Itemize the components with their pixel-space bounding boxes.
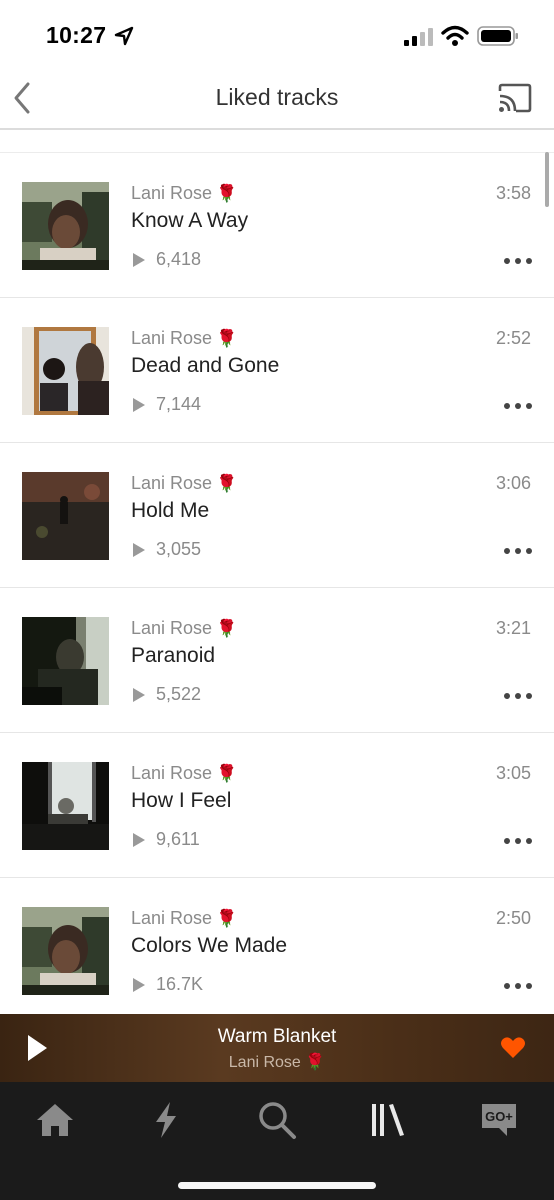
rose-icon: 🌹 <box>216 909 238 928</box>
play-count-icon <box>133 252 145 267</box>
more-options-icon[interactable] <box>504 691 532 701</box>
tab-library[interactable] <box>366 1098 410 1142</box>
play-count: 7,144 <box>131 394 201 415</box>
more-options-icon[interactable] <box>504 546 532 556</box>
cast-icon[interactable] <box>498 83 532 113</box>
track-row[interactable]: Lani Rose 🌹 How I Feel 9,611 3:05 <box>0 733 554 878</box>
now-playing-artist[interactable]: Lani Rose 🌹 <box>0 1052 554 1072</box>
more-options-icon[interactable] <box>504 256 532 266</box>
track-artwork <box>22 762 109 850</box>
play-count-icon <box>133 687 145 702</box>
track-title[interactable]: How I Feel <box>131 789 231 813</box>
track-row[interactable]: Lani Rose 🌹 Colors We Made 16.7K 2:50 <box>0 878 554 1014</box>
track-artist[interactable]: Lani Rose 🌹 <box>131 473 237 494</box>
go-plus-label: GO+ <box>485 1109 513 1124</box>
tab-bar: GO+ <box>0 1082 554 1200</box>
rose-icon: 🌹 <box>216 474 238 493</box>
track-row[interactable]: Lani Rose 🌹 Hold Me 3,055 3:06 <box>0 443 554 588</box>
track-artwork <box>22 617 109 705</box>
search-icon <box>259 1102 296 1139</box>
mini-player[interactable]: Warm Blanket Lani Rose 🌹 <box>0 1014 554 1082</box>
play-count: 9,611 <box>131 829 200 850</box>
more-options-icon[interactable] <box>504 981 532 991</box>
now-playing-title[interactable]: Warm Blanket <box>0 1026 554 1048</box>
cellular-signal-icon <box>404 28 433 46</box>
nav-header: Liked tracks <box>0 68 554 130</box>
track-title[interactable]: Colors We Made <box>131 934 287 958</box>
rose-icon: 🌹 <box>216 329 238 348</box>
lightning-icon <box>156 1102 176 1138</box>
track-artwork <box>22 907 109 995</box>
track-title[interactable]: Know A Way <box>131 209 248 233</box>
track-title[interactable]: Paranoid <box>131 644 215 668</box>
library-icon <box>372 1104 404 1136</box>
track-title[interactable]: Hold Me <box>131 499 209 523</box>
play-count-icon <box>133 542 145 557</box>
track-duration: 2:52 <box>495 328 531 348</box>
more-options-icon[interactable] <box>504 401 532 411</box>
track-row[interactable]: Lani Rose 🌹 Paranoid 5,522 3:21 <box>0 588 554 733</box>
tab-go-plus[interactable]: GO+ <box>477 1098 521 1142</box>
track-artwork <box>22 472 109 560</box>
play-count-icon <box>133 832 145 847</box>
scroll-indicator[interactable] <box>545 152 549 207</box>
home-icon <box>37 1104 73 1136</box>
status-bar: 10:27 <box>0 0 554 68</box>
track-duration: 3:21 <box>495 618 531 638</box>
track-artist[interactable]: Lani Rose 🌹 <box>131 908 237 929</box>
play-count: 6,418 <box>131 249 201 270</box>
heart-icon[interactable] <box>500 1036 526 1060</box>
track-duration: 3:05 <box>495 763 531 783</box>
play-count: 3,055 <box>131 539 201 560</box>
play-count: 16.7K <box>131 974 203 995</box>
track-artist[interactable]: Lani Rose 🌹 <box>131 328 237 349</box>
track-duration: 2:50 <box>495 908 531 928</box>
track-row[interactable]: Lani Rose 🌹 Dead and Gone 7,144 2:52 <box>0 298 554 443</box>
go-plus-icon: GO+ <box>482 1104 516 1136</box>
tab-search[interactable] <box>255 1098 299 1142</box>
rose-icon: 🌹 <box>216 619 238 638</box>
track-artist[interactable]: Lani Rose 🌹 <box>131 618 237 639</box>
tab-stream[interactable] <box>144 1098 188 1142</box>
track-artwork <box>22 182 109 270</box>
track-duration: 3:06 <box>495 473 531 493</box>
wifi-icon <box>441 25 469 46</box>
tab-home[interactable] <box>33 1098 77 1142</box>
track-title[interactable]: Dead and Gone <box>131 354 279 378</box>
location-arrow-icon <box>114 26 134 46</box>
status-time: 10:27 <box>46 22 107 48</box>
track-duration: 3:58 <box>495 183 531 203</box>
play-count-icon <box>133 397 145 412</box>
battery-icon <box>477 26 518 46</box>
play-count: 5,522 <box>131 684 201 705</box>
track-artist[interactable]: Lani Rose 🌹 <box>131 183 237 204</box>
home-indicator[interactable] <box>178 1182 376 1189</box>
rose-icon: 🌹 <box>216 184 238 203</box>
page-title: Liked tracks <box>215 84 339 110</box>
play-count-icon <box>133 977 145 992</box>
track-artist[interactable]: Lani Rose 🌹 <box>131 763 237 784</box>
rose-icon: 🌹 <box>305 1054 326 1071</box>
more-options-icon[interactable] <box>504 836 532 846</box>
liked-tracks-list[interactable]: Lani Rose 🌹 Know A Way 6,418 3:58 Lani Ro… <box>0 152 554 1014</box>
track-row[interactable]: Lani Rose 🌹 Know A Way 6,418 3:58 <box>0 153 554 298</box>
rose-icon: 🌹 <box>216 764 238 783</box>
track-artwork <box>22 327 109 415</box>
